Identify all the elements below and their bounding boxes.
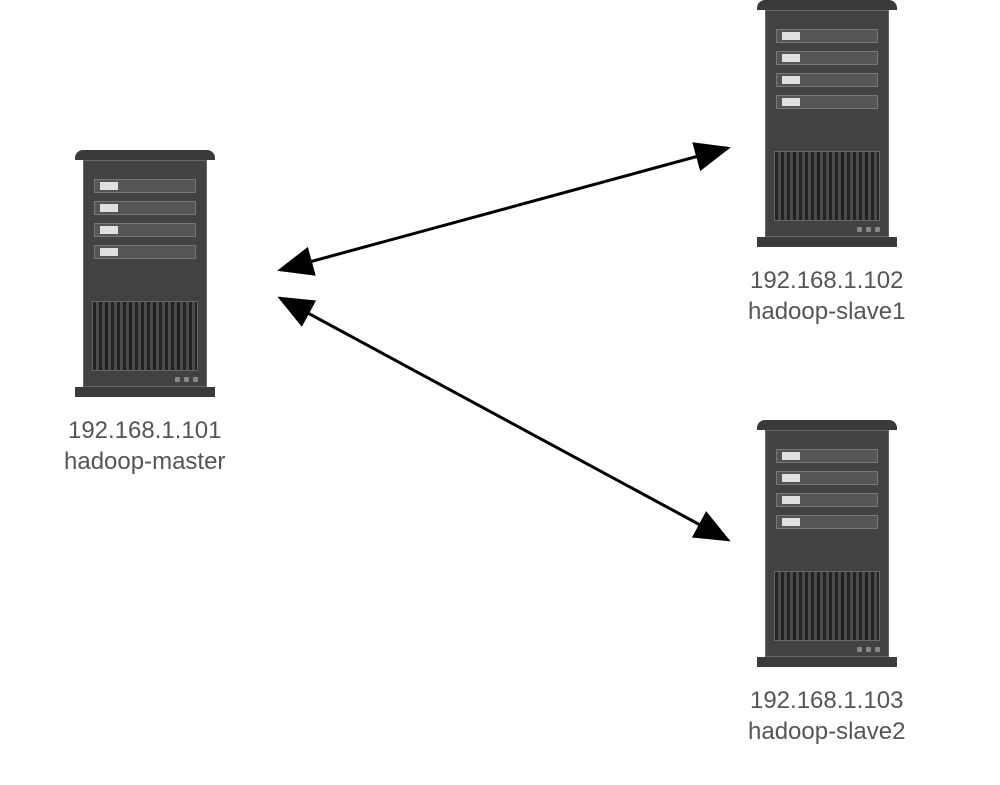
server-hostname-label: hadoop-master (64, 446, 225, 477)
server-node-master: 192.168.1.101 hadoop-master (64, 150, 225, 477)
server-ip-label: 192.168.1.103 (748, 685, 905, 716)
server-icon (757, 0, 897, 255)
server-ip-label: 192.168.1.102 (748, 265, 905, 296)
server-hostname-label: hadoop-slave1 (748, 296, 905, 327)
server-node-slave1: 192.168.1.102 hadoop-slave1 (748, 0, 905, 327)
server-icon (75, 150, 215, 405)
arrow-master-slave1 (280, 148, 728, 270)
server-ip-label: 192.168.1.101 (64, 415, 225, 446)
server-icon (757, 420, 897, 675)
arrow-master-slave2 (280, 298, 728, 540)
server-hostname-label: hadoop-slave2 (748, 716, 905, 747)
server-node-slave2: 192.168.1.103 hadoop-slave2 (748, 420, 905, 747)
